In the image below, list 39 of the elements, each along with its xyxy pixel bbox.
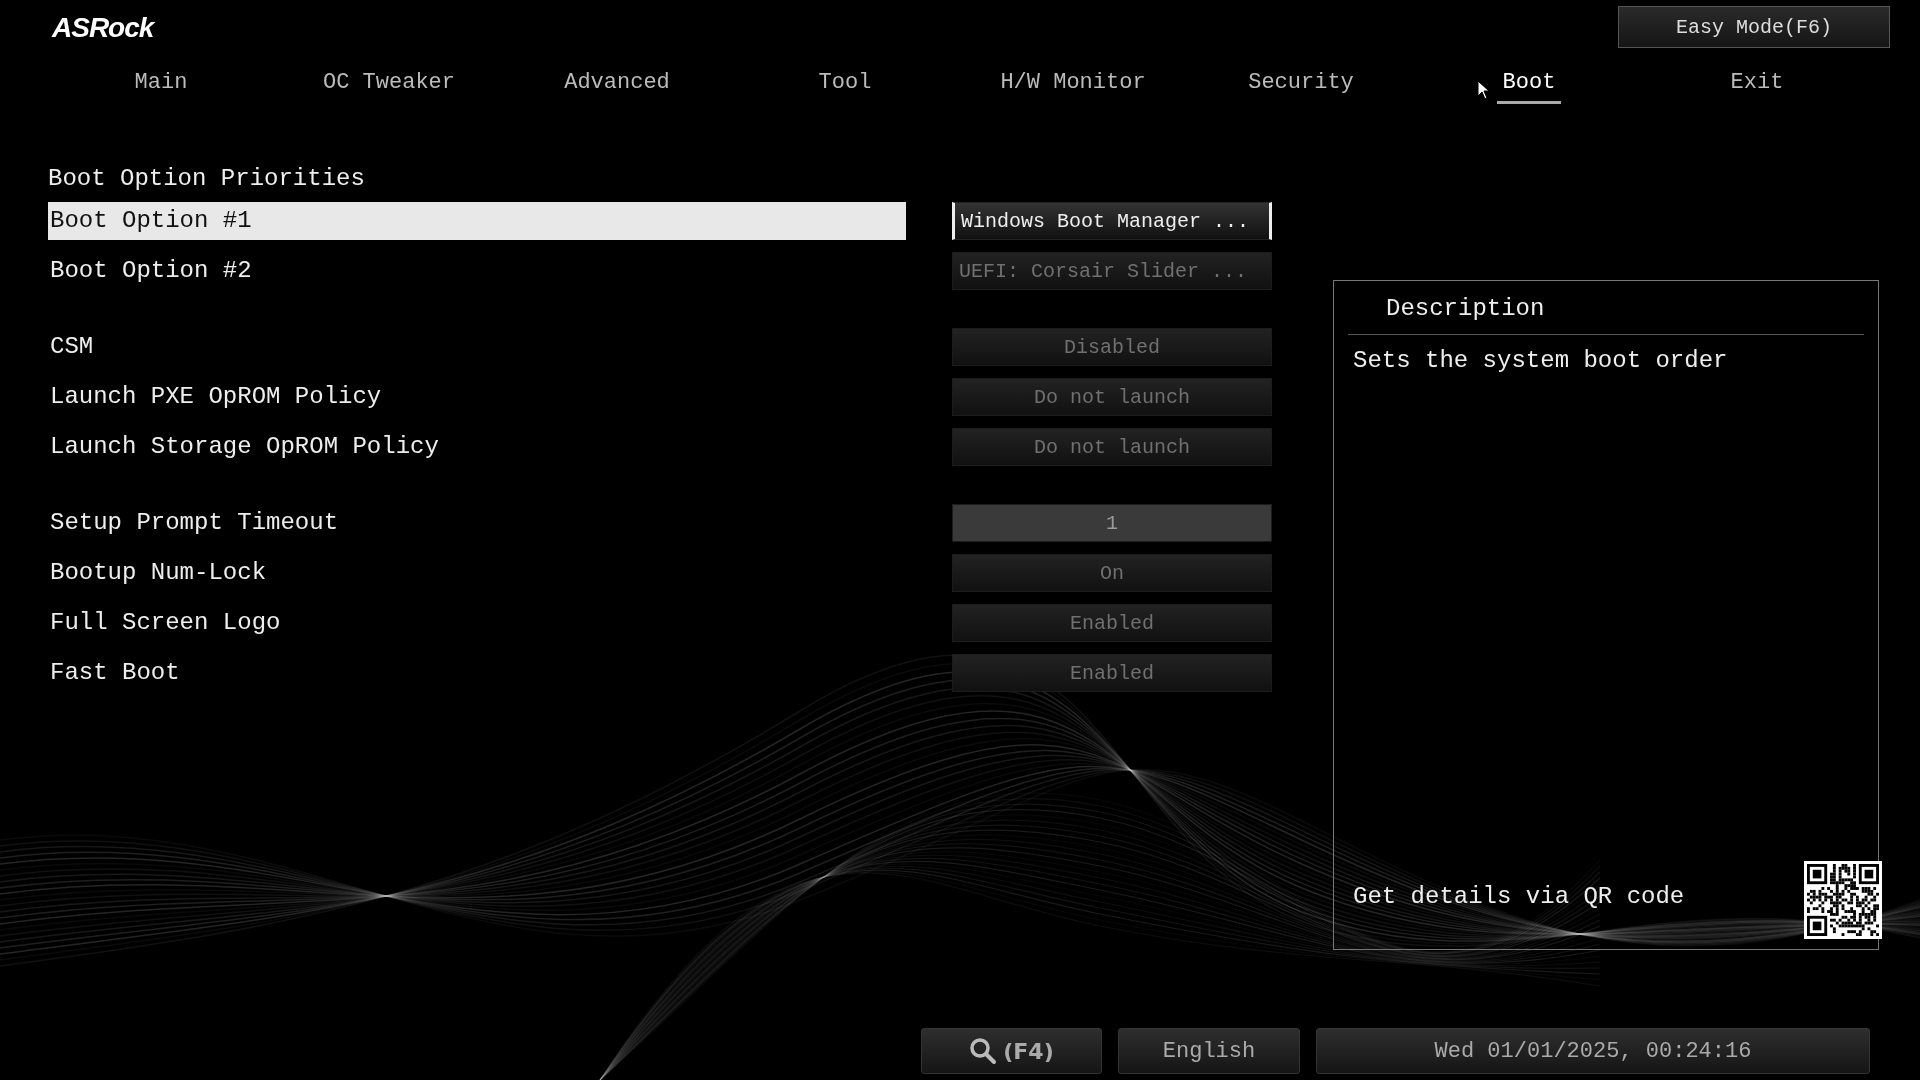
value-button[interactable]: Disabled	[952, 328, 1272, 366]
cursor-icon	[1477, 80, 1491, 100]
setting-label[interactable]: Launch PXE OpROM Policy	[48, 378, 906, 416]
qr-caption: Get details via QR code	[1352, 882, 1686, 912]
setting-label[interactable]: Boot Option #2	[48, 252, 906, 290]
menu-tab[interactable]: Exit	[1724, 66, 1790, 104]
menu-tab[interactable]: Main	[128, 66, 194, 104]
menu-tab[interactable]: OC Tweaker	[317, 66, 461, 104]
search-button[interactable]: (F4)	[921, 1028, 1102, 1074]
value-button[interactable]: Do not launch	[952, 378, 1272, 416]
value-button[interactable]: Do not launch	[952, 428, 1272, 466]
menu-tab[interactable]: Tool	[812, 66, 878, 104]
value-button[interactable]: Enabled	[952, 604, 1272, 642]
setting-label[interactable]: Launch Storage OpROM Policy	[48, 428, 906, 466]
menu-tab[interactable]: Boot	[1496, 66, 1562, 104]
setting-label[interactable]: Boot Option #1	[48, 202, 906, 240]
datetime-display: Wed 01/01/2025, 00:24:16	[1316, 1028, 1870, 1074]
qr-code-icon	[1804, 861, 1882, 939]
value-button[interactable]: Enabled	[952, 654, 1272, 692]
menu-tab[interactable]: H/W Monitor	[994, 66, 1152, 104]
value-button[interactable]: UEFI: Corsair Slider ...	[952, 252, 1272, 290]
value-button[interactable]: Windows Boot Manager ...	[952, 202, 1272, 240]
value-field[interactable]: 1	[952, 504, 1272, 542]
setting-label[interactable]: Full Screen Logo	[48, 604, 906, 642]
search-icon	[969, 1037, 998, 1065]
shortcut-label: (F4)	[1003, 1038, 1054, 1064]
section-heading: Boot Option Priorities	[48, 164, 366, 194]
description-text: Sets the system boot order	[1352, 346, 1729, 376]
brand-logo: ASRock	[52, 12, 154, 44]
menu-tab[interactable]: Advanced	[558, 66, 676, 104]
setting-label[interactable]: Setup Prompt Timeout	[48, 504, 906, 542]
panel-title: Description	[1348, 281, 1864, 335]
setting-label[interactable]: Fast Boot	[48, 654, 906, 692]
setting-label[interactable]: CSM	[48, 328, 906, 366]
easy-mode-button[interactable]: Easy Mode(F6)	[1618, 6, 1890, 48]
value-button[interactable]: On	[952, 554, 1272, 592]
menu-tab[interactable]: Security	[1242, 66, 1360, 104]
setting-label[interactable]: Bootup Num-Lock	[48, 554, 906, 592]
language-button[interactable]: English	[1118, 1028, 1300, 1074]
